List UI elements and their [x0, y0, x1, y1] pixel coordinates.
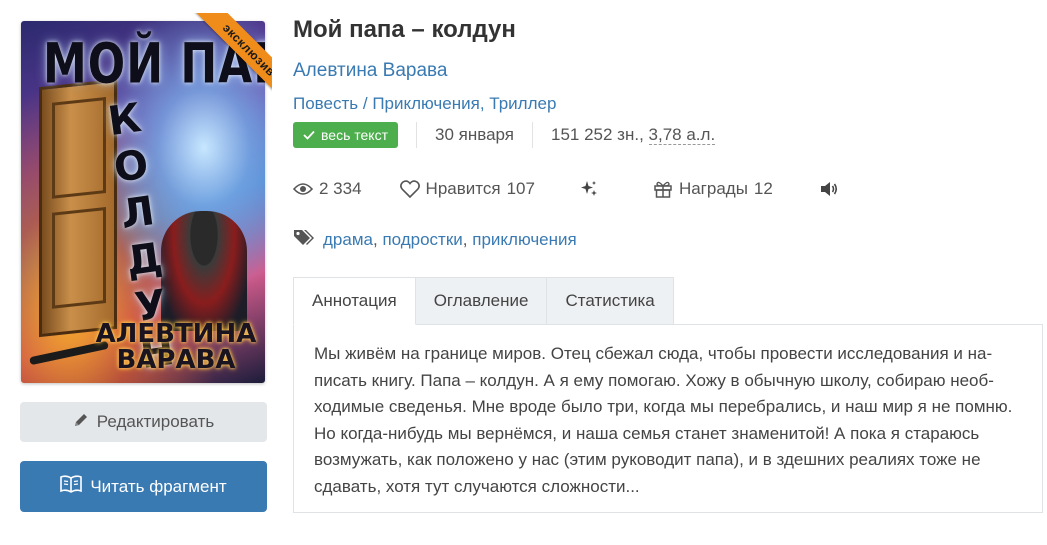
- book-size: 151 252 зн., 3,78 а.л.: [551, 125, 716, 145]
- tab-contents[interactable]: Оглавление: [415, 277, 548, 325]
- full-text-badge: весь текст: [293, 122, 398, 148]
- genre-comma: ,: [479, 94, 490, 113]
- full-text-badge-label: весь текст: [321, 127, 388, 143]
- sparkle-button[interactable]: [579, 179, 599, 199]
- genre-separator: /: [362, 94, 373, 113]
- tag-link-0[interactable]: драма: [323, 230, 373, 249]
- book-title: Мой папа – колдун: [293, 16, 516, 43]
- sparkle-icon: [579, 179, 599, 199]
- audio-button[interactable]: [819, 180, 839, 198]
- divider: [416, 122, 417, 148]
- meta-row: весь текст 30 января 151 252 зн., 3,78 а…: [293, 122, 716, 148]
- tab-statistics[interactable]: Статистика: [547, 277, 674, 325]
- tabs: Аннотация Оглавление Статистика: [293, 277, 674, 325]
- eye-icon: [293, 182, 313, 196]
- publish-date: 30 января: [435, 125, 514, 144]
- read-fragment-button[interactable]: Читать фрагмент: [20, 461, 267, 512]
- read-fragment-label: Читать фрагмент: [90, 476, 227, 496]
- speaker-icon: [819, 180, 839, 198]
- gift-icon: [653, 179, 673, 199]
- check-icon: [303, 127, 315, 143]
- tags-row: драма, подростки, приключения: [293, 228, 577, 251]
- tab-annotation[interactable]: Аннотация: [293, 277, 416, 325]
- views-count: 2 334: [319, 179, 362, 198]
- annotation-text: Мы живём на границе миров. Отец сбежал с…: [314, 344, 1013, 496]
- awards-label: Награды: [678, 179, 748, 198]
- stats-row: 2 334 Нравится 107 Награды 12: [293, 176, 839, 202]
- exclusive-ribbon: эксклюзив: [178, 13, 272, 107]
- like-button[interactable]: Нравится 107: [399, 179, 535, 199]
- awards-count: 12: [753, 179, 773, 198]
- views-stat: 2 334: [293, 179, 362, 199]
- genres-breadcrumb: Повесть / Приключения, Триллер: [293, 94, 556, 114]
- author-link[interactable]: Алевтина Варава: [293, 60, 447, 82]
- edit-button-label: Редактировать: [96, 412, 215, 431]
- size-chars: 151 252 зн.,: [551, 125, 649, 144]
- divider: [532, 122, 533, 148]
- annotation-panel: Мы живём на границе миров. Отец сбежал с…: [293, 324, 1043, 513]
- size-author-sheets[interactable]: 3,78 а.л.: [648, 125, 716, 145]
- cover-author: АЛЕВТИНА ВАРАВА: [95, 319, 257, 375]
- edit-button[interactable]: Редактировать: [20, 402, 267, 442]
- genre-link-0[interactable]: Повесть: [293, 94, 358, 113]
- exclusive-ribbon-label: эксклюзив: [195, 13, 272, 104]
- genre-link-1[interactable]: Приключения: [372, 94, 480, 113]
- tag-link-2[interactable]: приключения: [472, 230, 576, 249]
- tag-link-1[interactable]: подростки: [382, 230, 462, 249]
- like-label: Нравится: [425, 179, 501, 198]
- book-open-icon: [60, 475, 83, 498]
- awards-button[interactable]: Награды 12: [653, 179, 773, 199]
- tag-comma: ,: [462, 229, 473, 249]
- genre-link-2[interactable]: Триллер: [489, 94, 556, 113]
- like-count: 107: [506, 179, 535, 198]
- pencil-icon: [73, 412, 89, 433]
- heart-icon: [399, 180, 420, 198]
- tags-icon: [293, 228, 317, 251]
